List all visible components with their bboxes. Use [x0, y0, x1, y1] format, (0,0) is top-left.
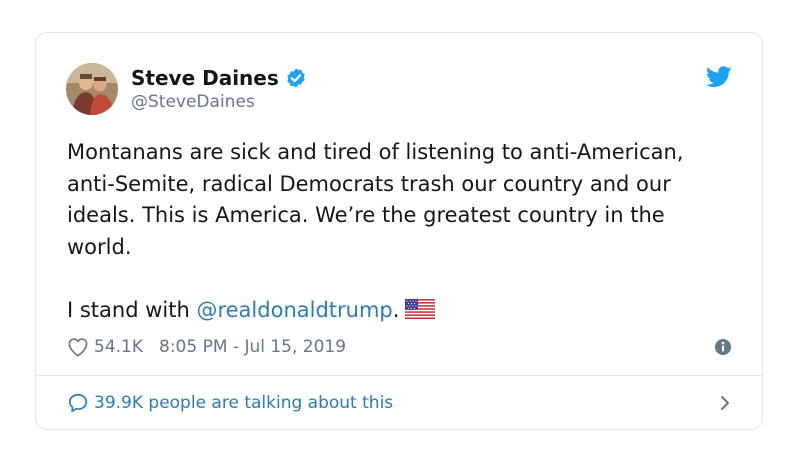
display-name-row: Steve Daines	[131, 66, 307, 90]
talking-label[interactable]: 39.9K people are talking about this	[94, 393, 393, 413]
author-names: Steve Daines @SteveDaines	[131, 66, 307, 113]
tweet-closing-line: I stand with @realdonaldtrump.	[67, 295, 707, 327]
closing-prefix: I stand with	[67, 297, 197, 322]
tweet-header: Steve Daines @SteveDaines	[66, 61, 307, 117]
info-icon[interactable]	[714, 338, 732, 356]
speech-bubble-icon	[67, 392, 89, 414]
verified-badge-icon	[285, 67, 307, 89]
tweet-meta: 54.1K 8:05 PM - Jul 15, 2019	[67, 333, 732, 361]
us-flag-emoji	[405, 297, 436, 319]
like-count[interactable]: 54.1K	[94, 337, 143, 357]
mention-link[interactable]: @realdonaldtrump	[196, 298, 392, 322]
conversation-link[interactable]: 39.9K people are talking about this	[67, 376, 732, 430]
tweet-paragraph: Montanans are sick and tired of listenin…	[67, 140, 684, 259]
tweet-text: Montanans are sick and tired of listenin…	[67, 137, 707, 326]
tweet-timestamp[interactable]: 8:05 PM - Jul 15, 2019	[159, 337, 346, 357]
closing-suffix: .	[392, 297, 400, 322]
tweet-card[interactable]: Steve Daines @SteveDaines Montanans are …	[35, 32, 763, 430]
display-name[interactable]: Steve Daines	[131, 66, 279, 90]
heart-icon[interactable]	[67, 337, 89, 357]
twitter-bird-icon[interactable]	[705, 66, 732, 88]
chevron-right-icon[interactable]	[718, 394, 732, 412]
user-handle[interactable]: @SteveDaines	[131, 91, 307, 113]
avatar[interactable]	[66, 63, 118, 115]
